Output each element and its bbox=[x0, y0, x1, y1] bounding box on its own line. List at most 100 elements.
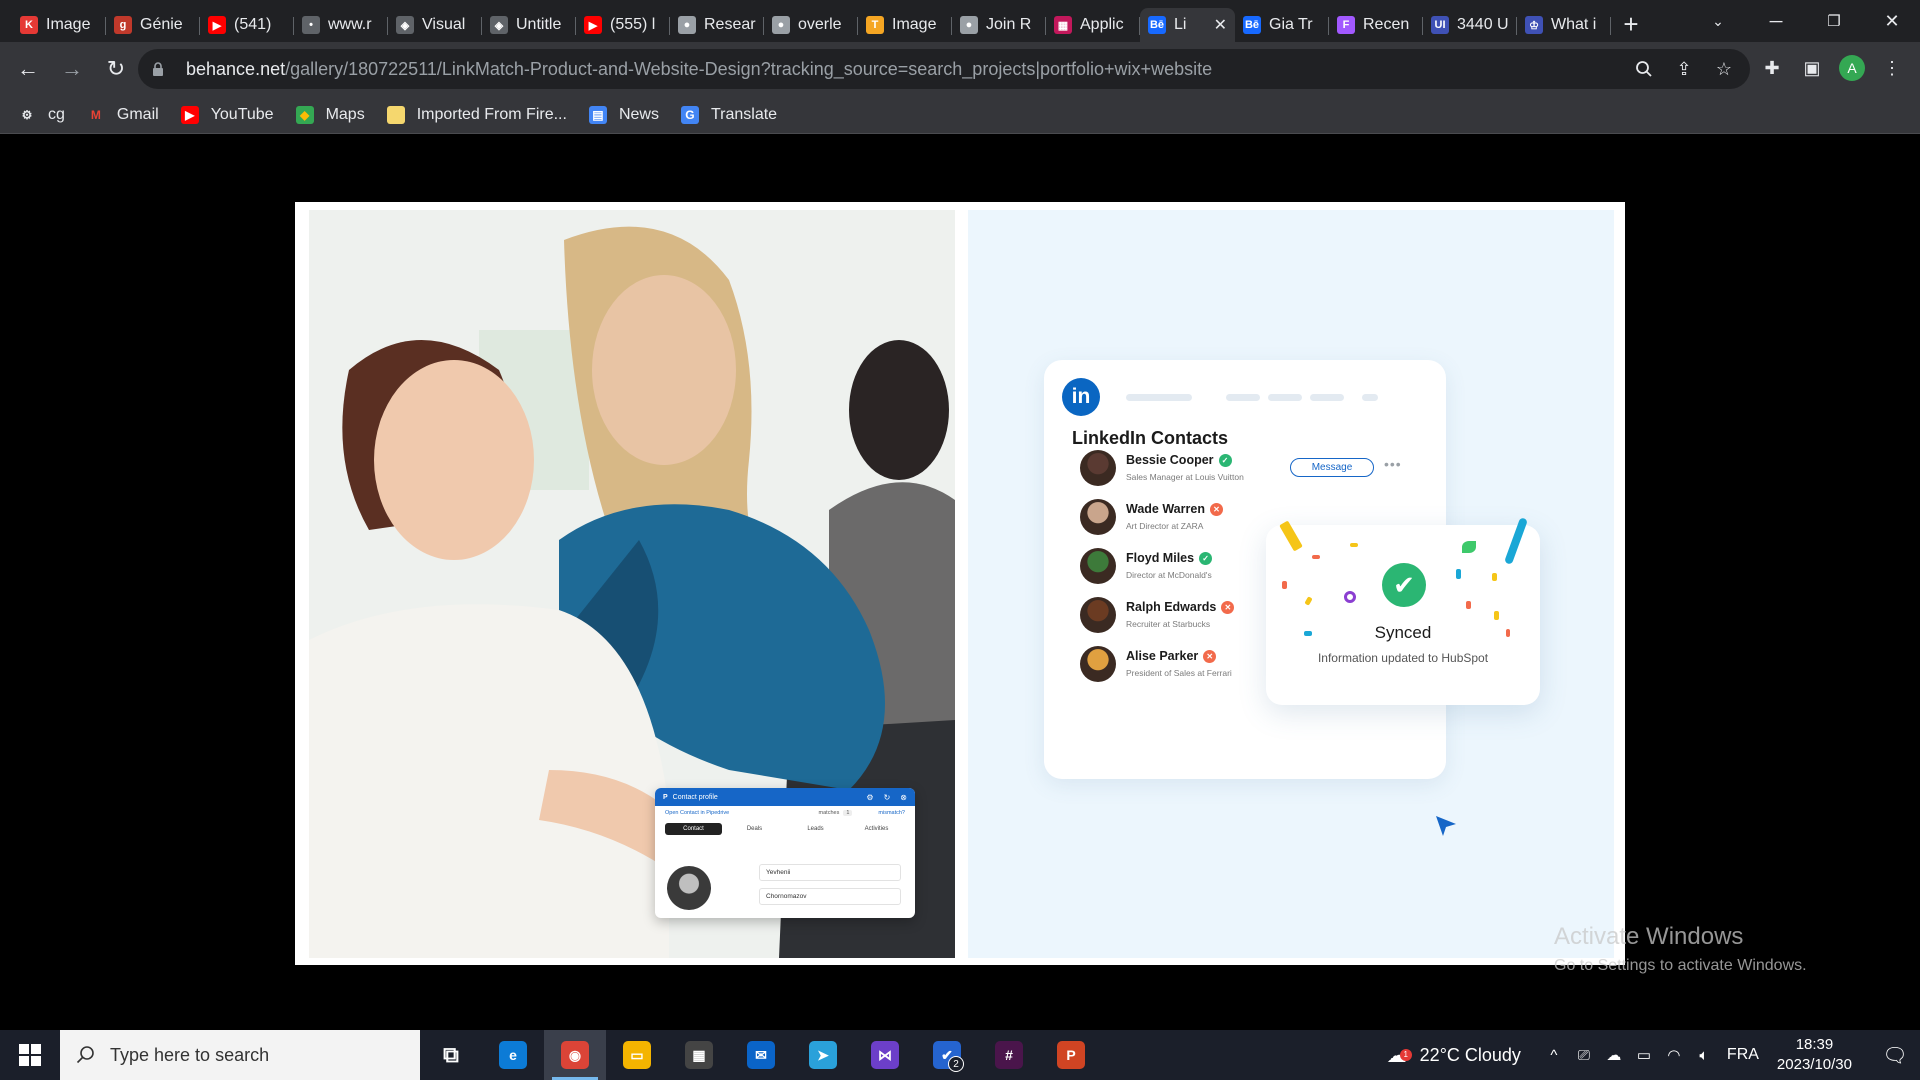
browser-tab[interactable]: Bē Gia Tr bbox=[1235, 8, 1329, 42]
tab-title: Resear bbox=[704, 16, 756, 33]
synced-subtitle: Information updated to HubSpot bbox=[1317, 651, 1489, 665]
address-bar[interactable]: behance.net/gallery/180722511/LinkMatch-… bbox=[138, 49, 1750, 89]
tab-close-icon[interactable]: ✕ bbox=[1214, 15, 1227, 35]
tab-favicon-icon: ◈ bbox=[490, 16, 508, 34]
contact-profile-links: Open Contact in Pipedrive matches 1 mism… bbox=[655, 806, 915, 820]
tab-favicon-icon: UI bbox=[1431, 16, 1449, 34]
weather-icon[interactable]: ☁ 1 bbox=[1380, 1043, 1414, 1068]
start-button[interactable] bbox=[0, 1030, 60, 1080]
forward-icon[interactable]: → bbox=[52, 49, 92, 89]
tab-title: Image bbox=[892, 16, 937, 33]
browser-tab[interactable]: • www.r bbox=[294, 8, 388, 42]
bookmark-star-icon[interactable]: ☆ bbox=[1712, 57, 1736, 81]
clock[interactable]: 18:39 2023/10/30 bbox=[1777, 1035, 1852, 1075]
activate-windows-watermark: Activate Windows Go to Settings to activ… bbox=[1554, 923, 1807, 975]
notifications-icon[interactable]: 🗨︎ bbox=[1870, 1043, 1920, 1068]
gmail-icon: M bbox=[90, 107, 101, 122]
tab-favicon-icon: ▶ bbox=[584, 16, 602, 34]
menu-icon[interactable]: ⋮ bbox=[1874, 50, 1910, 86]
browser-tab[interactable]: ▶ (541) bbox=[200, 8, 294, 42]
side-panel-icon[interactable]: ▣ bbox=[1794, 50, 1830, 86]
tab-favicon-icon: ◈ bbox=[396, 16, 414, 34]
zoom-icon[interactable] bbox=[1632, 57, 1656, 81]
browser-tab[interactable]: K Image bbox=[12, 8, 106, 42]
weather-text[interactable]: 22°C Cloudy bbox=[1420, 1045, 1521, 1066]
bookmark-item[interactable]: ◆ Maps bbox=[295, 105, 365, 124]
url-text[interactable]: behance.net/gallery/180722511/LinkMatch-… bbox=[186, 59, 1212, 80]
tab-favicon-icon: T bbox=[866, 16, 884, 34]
browser-tab[interactable]: ◈ Visual bbox=[388, 8, 482, 42]
taskbar-app-mail[interactable]: ✉ bbox=[730, 1030, 792, 1080]
meet-now-icon[interactable]: ⎚ bbox=[1569, 1047, 1599, 1064]
search-icon bbox=[76, 1046, 94, 1064]
store-icon: ▦ bbox=[685, 1041, 713, 1069]
watermark-title: Activate Windows bbox=[1554, 923, 1744, 950]
windows-taskbar: Type here to search ⧉ e ◉ ▭ ▦ ✉ ➤ ⋈ ✔ 2 # P ☁ 1 22°C… bbox=[0, 1030, 1920, 1080]
onedrive-icon[interactable]: ☁ bbox=[1599, 1046, 1629, 1064]
close-window-icon[interactable]: ✕ bbox=[1864, 0, 1920, 42]
browser-tab[interactable]: Bē Li ✕ bbox=[1140, 8, 1235, 42]
battery-icon[interactable]: ▭ bbox=[1629, 1046, 1659, 1064]
share-icon[interactable]: ⇪ bbox=[1672, 57, 1696, 81]
slack-icon: # bbox=[995, 1041, 1023, 1069]
back-icon[interactable]: ← bbox=[8, 49, 48, 89]
show-hidden-icons-icon[interactable]: ^ bbox=[1539, 1047, 1569, 1064]
profile-avatar[interactable]: A bbox=[1834, 50, 1870, 86]
language-indicator[interactable]: FRA bbox=[1727, 1046, 1759, 1064]
mail-icon: ✉ bbox=[747, 1041, 775, 1069]
taskbar-app-edge[interactable]: e bbox=[482, 1030, 544, 1080]
new-tab-button[interactable]: + bbox=[1611, 7, 1651, 41]
browser-tab[interactable]: ◈ Untitle bbox=[482, 8, 576, 42]
volume-icon[interactable]: 🔈︎ bbox=[1689, 1047, 1719, 1064]
taskbar-app-store[interactable]: ▦ bbox=[668, 1030, 730, 1080]
minimize-icon[interactable]: ─ bbox=[1748, 0, 1804, 42]
browser-tab[interactable]: ● overle bbox=[764, 8, 858, 42]
browser-tab[interactable]: ● Join R bbox=[952, 8, 1046, 42]
taskbar-app-visual-studio[interactable]: ⋈ bbox=[854, 1030, 916, 1080]
restore-icon[interactable]: ❐ bbox=[1806, 0, 1862, 42]
bookmark-item[interactable]: ⚙ cg bbox=[18, 106, 65, 124]
contact-profile-tab: Deals bbox=[746, 826, 763, 832]
taskbar-app-todo[interactable]: ✔ 2 bbox=[916, 1030, 978, 1080]
taskbar-app-file-explorer[interactable]: ▭ bbox=[606, 1030, 668, 1080]
placeholder-bar bbox=[1226, 394, 1260, 401]
browser-tab[interactable]: ▦ Applic bbox=[1046, 8, 1140, 42]
url-path: /gallery/180722511/LinkMatch-Product-and… bbox=[285, 58, 1213, 79]
verified-icon: ✓ bbox=[1199, 551, 1213, 565]
contact-profile-tab: Contact bbox=[665, 823, 722, 835]
rejected-icon: ✕ bbox=[1221, 600, 1235, 614]
bookmark-item[interactable]: G Translate bbox=[680, 105, 777, 124]
taskbar-search-box[interactable]: Type here to search bbox=[60, 1030, 420, 1080]
bookmark-item[interactable]: Imported From Fire... bbox=[386, 105, 567, 124]
file-explorer-icon: ▭ bbox=[623, 1041, 651, 1069]
taskbar-app-chrome[interactable]: ◉ bbox=[544, 1030, 606, 1080]
browser-tab[interactable]: UI 3440 U bbox=[1423, 8, 1517, 42]
wifi-icon[interactable]: ◠ bbox=[1659, 1046, 1689, 1064]
maps-icon: ◆ bbox=[295, 105, 314, 124]
contact-profile-tabs: Contact Deals Leads Activities bbox=[665, 823, 905, 835]
bookmark-item[interactable]: M Gmail bbox=[87, 106, 159, 124]
browser-tab[interactable]: ▶ (555) l bbox=[576, 8, 670, 42]
taskbar-app-task-view[interactable]: ⧉ bbox=[420, 1030, 482, 1080]
browser-tab[interactable]: g Génie bbox=[106, 8, 200, 42]
clock-date: 2023/10/30 bbox=[1776, 1056, 1852, 1073]
refresh-icon: ↻ bbox=[883, 792, 891, 802]
synced-card: ✔ Synced Information updated to HubSpot bbox=[1266, 517, 1540, 705]
bookmark-item[interactable]: ▤ News bbox=[588, 105, 659, 124]
tab-favicon-icon: ▦ bbox=[1054, 16, 1072, 34]
extensions-icon[interactable]: ✚ bbox=[1754, 50, 1790, 86]
taskbar-app-slack[interactable]: # bbox=[978, 1030, 1040, 1080]
browser-tab[interactable]: T Image bbox=[858, 8, 952, 42]
browser-tab[interactable]: ● Resear bbox=[670, 8, 764, 42]
reload-icon[interactable]: ↻ bbox=[96, 49, 136, 89]
confetti bbox=[1304, 631, 1312, 636]
bookmark-item[interactable]: ▶ YouTube bbox=[180, 105, 274, 124]
browser-tab[interactable]: ♔ What i bbox=[1517, 8, 1611, 42]
tab-search-icon[interactable]: ⌄ bbox=[1690, 0, 1746, 42]
tab-title: 3440 U bbox=[1457, 16, 1509, 33]
gear-icon: ⚙ bbox=[21, 107, 33, 122]
browser-tab[interactable]: F Recen bbox=[1329, 8, 1423, 42]
translate-icon: G bbox=[680, 105, 699, 124]
taskbar-app-telegram[interactable]: ➤ bbox=[792, 1030, 854, 1080]
taskbar-app-powerpoint[interactable]: P bbox=[1040, 1030, 1102, 1080]
